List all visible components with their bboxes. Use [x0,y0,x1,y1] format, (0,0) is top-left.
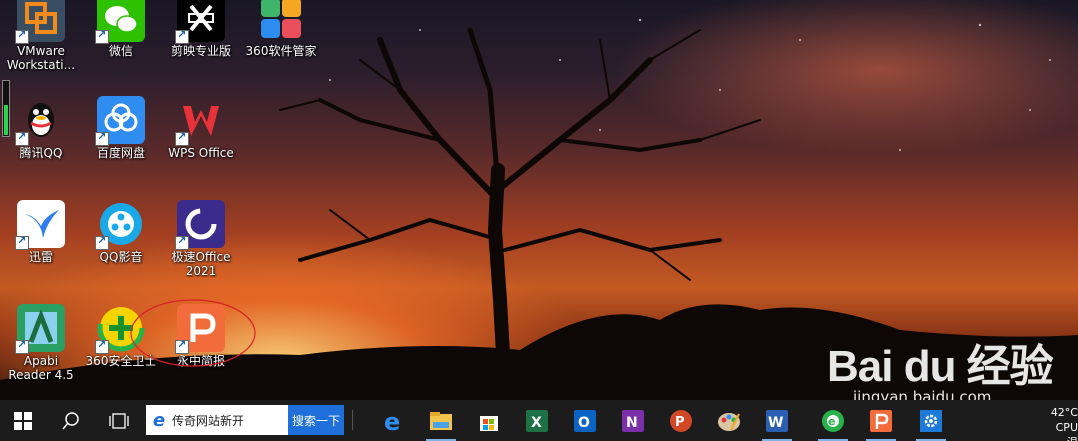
yozo-taskbar-icon [870,409,892,432]
desktop-icon-label: 迅雷 [28,250,53,264]
shortcut-arrow-icon [95,234,109,250]
ie-e-icon: e [152,409,166,431]
search-input[interactable]: e 传奇网站新开 [146,405,288,435]
onenote-icon: N [622,409,644,432]
taskbar-app-word[interactable]: W [754,400,800,441]
paint-icon [718,412,740,431]
windows-logo-icon [14,411,32,430]
desktop-icon-label: 百度网盘 [96,146,145,160]
svg-text:N: N [626,415,638,431]
taskbar-app-onenote[interactable]: N [610,400,656,441]
svg-text:P: P [675,415,685,430]
svg-text:e: e [828,415,835,428]
svg-text:X: X [531,415,542,431]
powerpoint-icon: P [670,409,692,432]
desktop-icon-vmware[interactable]: VMware Workstati... [0,0,82,72]
shortcut-arrow-icon [175,130,189,146]
desktop-icon-label: 腾讯QQ [19,146,63,160]
task-view-button[interactable] [96,400,142,441]
qq-icon [15,96,65,146]
system-tray[interactable]: 42°C CPU温 [1048,400,1078,441]
settings-icon [920,409,942,432]
apabi-reader-icon [15,304,65,354]
desktop-icon-label: QQ影音 [99,250,143,264]
desktop-icon-label: 360软件管家 [245,44,317,58]
shortcut-arrow-icon [15,130,29,146]
search-button[interactable] [48,400,94,441]
svg-text:e: e [384,409,400,433]
taskbar-app-file-explorer[interactable] [418,400,464,441]
taskbar-app-excel[interactable]: X [514,400,560,441]
shortcut-arrow-icon [95,338,109,354]
outlook-icon: O [574,409,596,432]
desktop-icon-label: Apabi Reader 4.5 [8,354,74,382]
shortcut-arrow-icon [15,28,29,44]
wechat-icon [95,0,145,44]
taskbar-app-yozo[interactable] [858,400,904,441]
shortcut-arrow-icon [95,130,109,146]
search-icon [62,411,79,429]
shortcut-arrow-icon [15,234,29,250]
desktop-icon-label: VMware Workstati... [6,44,76,72]
cpu-temperature: 42°C [1050,406,1078,419]
taskbar-app-store[interactable] [466,400,512,441]
desktop-icon-jianying[interactable]: 剪映专业版 [160,0,242,58]
taskbar-divider [352,410,353,430]
taskbar: e 传奇网站新开 搜索一下 e X O N P W e 42°C CPU [0,400,1078,441]
file-explorer-icon [430,411,452,430]
360-software-manager-icon: 10 [257,0,305,42]
search-submit-button[interactable]: 搜索一下 [288,405,344,435]
shortcut-arrow-icon [95,28,109,44]
taskbar-app-paint[interactable] [706,400,752,441]
desktop-icon-label: 剪映专业版 [170,44,231,58]
desktop-icon-wechat[interactable]: 微信 [80,0,162,58]
start-button[interactable] [0,400,46,441]
desktop-icon-qq-player[interactable]: QQ影音 [80,200,162,264]
taskbar-app-360-browser[interactable]: e [810,400,856,441]
taskbar-app-powerpoint[interactable]: P [658,400,704,441]
wps-office-icon [175,96,225,146]
svg-text:O: O [578,415,590,431]
taskbar-app-settings[interactable] [908,400,954,441]
excel-icon: X [526,409,548,432]
desktop-icon-xunlei[interactable]: 迅雷 [0,200,82,264]
desktop-icon-wps-office[interactable]: WPS Office [160,96,242,160]
shortcut-arrow-icon [175,28,189,44]
desktop-icon-label: WPS Office [168,146,234,160]
desktop-icon-baidu-netdisk[interactable]: 百度网盘 [80,96,162,160]
taskbar-app-outlook[interactable]: O [562,400,608,441]
desktop-icon-apabi-reader[interactable]: Apabi Reader 4.5 [0,304,82,382]
taskbar-app-edge[interactable]: e [370,400,416,441]
vmware-icon [15,0,65,44]
desktop-icon-qq[interactable]: 腾讯QQ [0,96,82,160]
desktop-icon-label: 极速Office 2021 [171,250,231,278]
360-browser-icon: e [822,409,844,432]
svg-text:W: W [768,415,783,431]
jianying-icon [175,0,225,44]
task-view-icon [109,412,129,429]
baidu-netdisk-icon [95,96,145,146]
jisu-office-icon [175,200,225,250]
baidu-jingyan-watermark: Bai du 经验 jingyan.baidu.com [825,330,1075,410]
search-input-text: 传奇网站新开 [172,413,245,428]
xunlei-icon [15,200,65,250]
word-icon: W [766,409,788,432]
highlight-ellipse [130,299,256,367]
edge-icon: e [384,409,400,433]
desktop-icon-360-software-manager[interactable]: 10 360软件管家 [240,0,322,58]
shortcut-arrow-icon [175,234,189,250]
qq-player-icon [95,200,145,250]
shortcut-arrow-icon [15,338,29,354]
watermark-logo-text: Bai du 经验 [827,342,1054,391]
cpu-temperature-label: CPU温 [1055,421,1078,441]
store-icon [480,415,498,431]
desktop-icon-label: 微信 [108,44,133,58]
desktop-icon-jisu-office[interactable]: 极速Office 2021 [160,200,242,278]
